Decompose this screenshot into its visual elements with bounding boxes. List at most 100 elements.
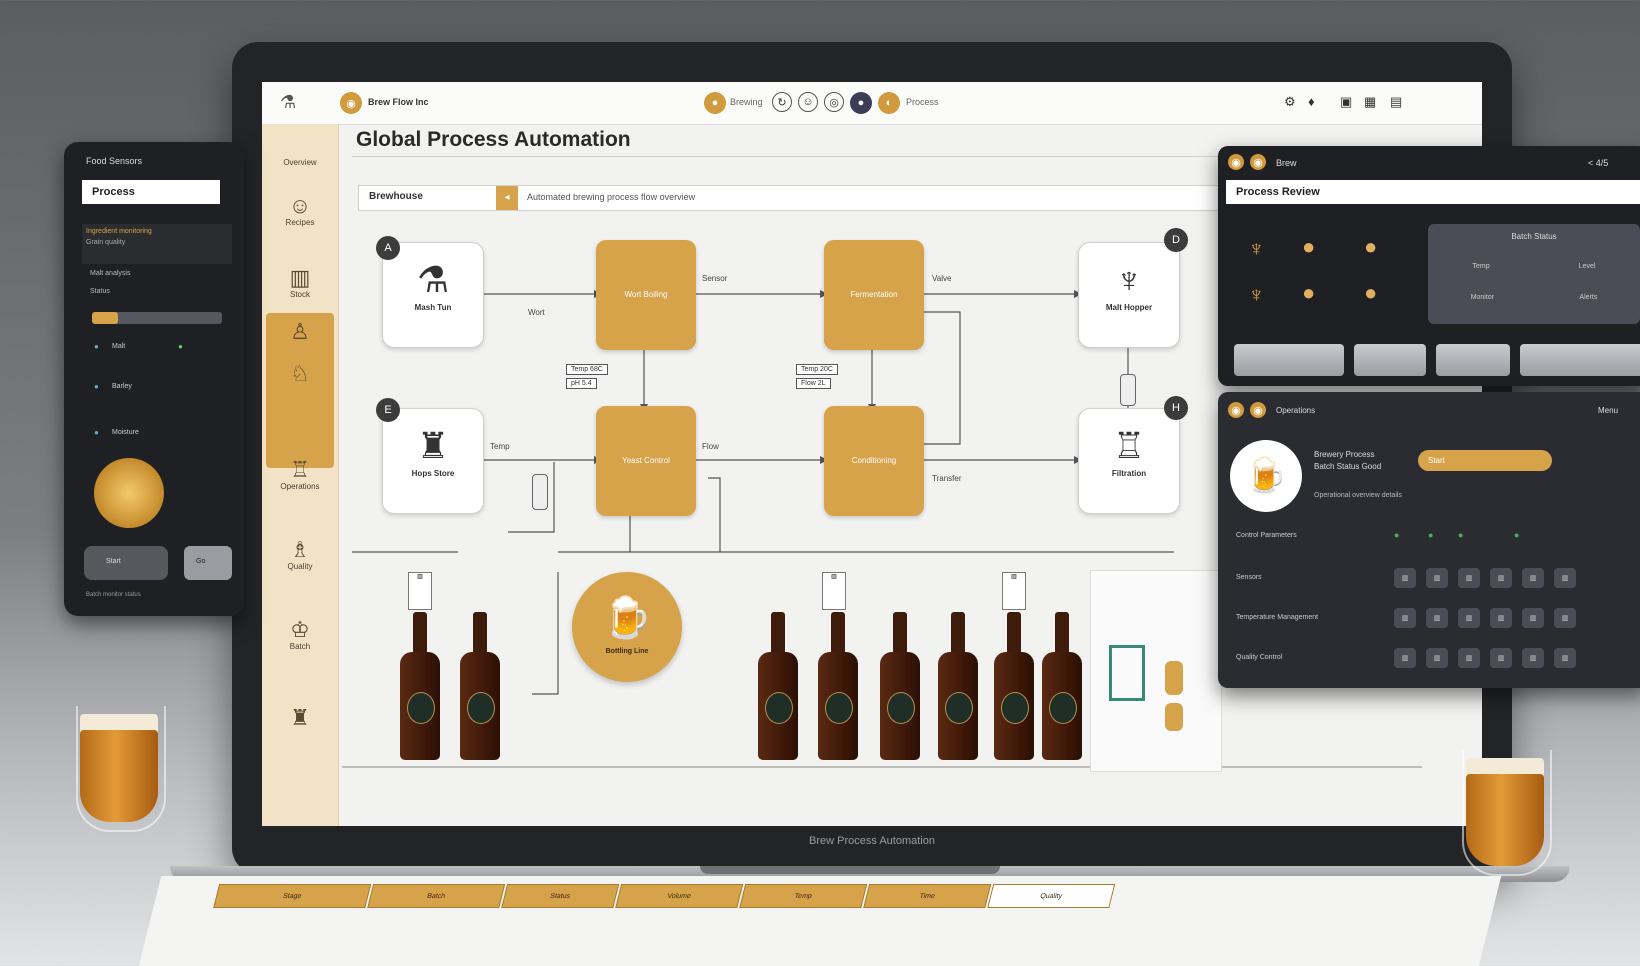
bread-icon: ● [1364, 280, 1378, 305]
control-button[interactable]: ▥ [1522, 648, 1544, 668]
beer-bottle [458, 612, 502, 762]
tablet-button-go[interactable]: Go [184, 546, 232, 580]
bottle-tag-1: ▥ [408, 572, 432, 610]
beer-bottle [992, 612, 1036, 762]
info-line: Batch Status Good [1314, 462, 1382, 471]
control-button[interactable]: ▥ [1554, 568, 1576, 588]
bottle-tag-3: ▥ [1002, 572, 1026, 610]
bottle-tag-2: ▥ [822, 572, 846, 610]
table-cell: Time [863, 884, 992, 908]
valve-icon [1120, 374, 1136, 406]
flow-node-wort-boiling[interactable]: Wort Boiling [596, 240, 696, 350]
sensor-tag-4[interactable]: Flow 2L [796, 378, 831, 389]
tanks-icon: ♜ [416, 425, 450, 466]
beer-glass-right [1462, 744, 1552, 876]
tablet-item: Moisture [112, 429, 139, 436]
control-button[interactable]: ▥ [1458, 608, 1480, 628]
tablet-button-start[interactable]: Start [84, 546, 168, 580]
beer-bottle [398, 612, 442, 762]
edge-label-transfer: Transfer [932, 474, 962, 483]
control-row-label: Control Parameters [1236, 532, 1297, 539]
card-footer: Alerts [1579, 294, 1598, 301]
control-row-label: Sensors [1236, 574, 1262, 581]
tablet-title: Food Sensors [86, 156, 143, 166]
start-button[interactable]: Start [1418, 450, 1552, 471]
sensor-tag-1[interactable]: Temp 68C [566, 364, 608, 375]
edge-label-sensor: Sensor [702, 274, 728, 283]
ops-logo-icon: ◉ [1250, 402, 1266, 418]
status-dot-icon: ● [94, 342, 99, 351]
table-cell: Status [501, 884, 620, 908]
table-cell: Batch [367, 884, 506, 908]
panel-title: Operations [1276, 406, 1316, 415]
panel-title: Brew [1276, 158, 1297, 168]
grain-image [94, 458, 164, 528]
flow-node-yeast-control[interactable]: Yeast Control [596, 406, 696, 516]
tile-button[interactable] [1436, 344, 1510, 376]
process-review-panel: ◉ ◉ Brew < 4/5 Process Review ♆ ● ● ♆ ● … [1218, 146, 1640, 386]
flow-node-conditioning[interactable]: Conditioning [824, 406, 924, 516]
control-button[interactable]: ▥ [1426, 608, 1448, 628]
edge-label-valve: Valve [932, 274, 952, 283]
tablet-item: Malt [112, 343, 126, 350]
control-button[interactable]: ▥ [1522, 568, 1544, 588]
left-tablet: Food Sensors Process Ingredient monitori… [64, 142, 244, 616]
control-button[interactable]: ▥ [1426, 648, 1448, 668]
status-dot-icon: ● [1514, 530, 1520, 540]
control-button[interactable]: ▥ [1394, 648, 1416, 668]
table-cell: Quality [987, 884, 1116, 908]
control-button[interactable]: ▥ [1458, 568, 1480, 588]
flow-node-filtration[interactable]: ♖ Filtration [1078, 408, 1180, 514]
panel-pager[interactable]: < 4/5 [1588, 158, 1608, 168]
card-row: Temp [1472, 263, 1490, 270]
bottom-table: Stage Batch Status Volume Temp Time Qual… [138, 876, 1502, 966]
control-button[interactable]: ▥ [1394, 608, 1416, 628]
control-button[interactable]: ▥ [1394, 568, 1416, 588]
control-row-label: Temperature Management [1236, 614, 1319, 621]
sensor-probe-icon [532, 474, 548, 510]
mini-diagram [1090, 570, 1222, 772]
control-button[interactable]: ▥ [1490, 648, 1512, 668]
tablet-progress[interactable] [92, 312, 222, 324]
status-dot-icon: ● [94, 428, 99, 437]
tablet-item: Barley [112, 383, 132, 390]
tablet-line: Malt analysis [90, 270, 131, 277]
sensor-tag-2[interactable]: pH 5.4 [566, 378, 597, 389]
flow-node-mash-tun[interactable]: ⚗ Mash Tun [382, 242, 484, 348]
sensor-tag-3[interactable]: Temp 20C [796, 364, 838, 375]
info-line: Brewery Process [1314, 450, 1375, 459]
flow-node-fermentation[interactable]: Fermentation [824, 240, 924, 350]
batch-status-card: Batch Status Temp Level Monitor Alerts [1428, 224, 1640, 324]
edge-label-flow: Flow [702, 442, 719, 451]
bezel-caption: Brew Process Automation [809, 835, 935, 847]
tablet-footer: Batch monitor status [86, 592, 141, 598]
status-dot-icon: ● [1428, 530, 1434, 540]
control-button[interactable]: ▥ [1490, 568, 1512, 588]
status-dot-icon: ● [1394, 530, 1400, 540]
tile-button[interactable] [1354, 344, 1426, 376]
grain-icon: ♆ [1115, 259, 1143, 300]
status-dot-icon: ● [1458, 530, 1464, 540]
beer-glass-left [76, 700, 166, 832]
panel-menu[interactable]: Menu [1598, 406, 1618, 415]
flow-node-hops-store[interactable]: ♜ Hops Store [382, 408, 484, 514]
control-button[interactable]: ▥ [1522, 608, 1544, 628]
mini-pipe [1109, 645, 1145, 701]
tablet-header: Process [82, 180, 220, 204]
flask-icon: ⚗ [416, 259, 450, 300]
flow-node-malt-hopper[interactable]: ♆ Malt Hopper [1078, 242, 1180, 348]
status-dot-icon: ● [178, 342, 183, 351]
control-button[interactable]: ▥ [1458, 648, 1480, 668]
table-cell: Volume [615, 884, 744, 908]
control-button[interactable]: ▥ [1490, 608, 1512, 628]
node-badge-e: E [376, 398, 400, 422]
control-button[interactable]: ▥ [1426, 568, 1448, 588]
bottling-station[interactable]: 🍺 Bottling Line [572, 572, 682, 682]
control-button[interactable]: ▥ [1554, 608, 1576, 628]
beer-bottle [756, 612, 800, 762]
bread-icon: ● [1302, 280, 1316, 305]
control-button[interactable]: ▥ [1554, 648, 1576, 668]
tile-button[interactable] [1234, 344, 1344, 376]
brew-logo-icon: ◉ [1228, 154, 1244, 170]
tile-button[interactable] [1520, 344, 1640, 376]
